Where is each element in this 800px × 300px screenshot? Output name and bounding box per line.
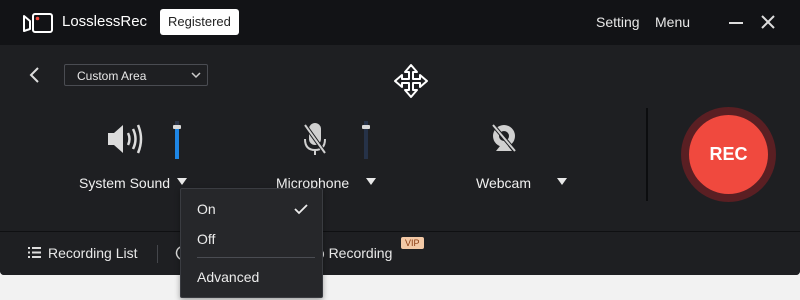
- system-sound-level-fill: [175, 126, 179, 159]
- vertical-divider: [646, 108, 648, 201]
- system-sound-caret-icon[interactable]: [177, 178, 187, 185]
- title-bar: LosslessRec Registered Setting Menu: [0, 0, 800, 45]
- app-logo-icon: [23, 13, 53, 33]
- bottom-bar-separator: [157, 245, 158, 263]
- webcam-caret-icon[interactable]: [557, 178, 567, 185]
- webcam-disabled-icon[interactable]: [490, 123, 518, 155]
- system-sound-dropdown-menu: On Off Advanced: [180, 188, 323, 298]
- vip-badge: VIP: [401, 237, 424, 249]
- microphone-level-slider[interactable]: [362, 121, 370, 159]
- registered-badge: Registered: [160, 9, 239, 35]
- microphone-level-knob[interactable]: [362, 124, 370, 129]
- dropdown-item-on[interactable]: On: [197, 201, 216, 217]
- chevron-down-icon: [191, 72, 201, 79]
- back-chevron-icon[interactable]: [28, 66, 42, 84]
- webcam-label: Webcam: [476, 175, 531, 191]
- system-sound-level-slider[interactable]: [173, 121, 181, 159]
- recording-list-button[interactable]: Recording List: [48, 245, 138, 261]
- system-sound-label: System Sound: [79, 175, 171, 191]
- dropdown-item-advanced[interactable]: Advanced: [197, 269, 259, 285]
- microphone-muted-icon[interactable]: [303, 121, 327, 157]
- setting-button[interactable]: Setting: [596, 14, 640, 30]
- microphone-caret-icon[interactable]: [366, 178, 376, 185]
- system-sound-level-knob[interactable]: [173, 124, 181, 129]
- dropdown-separator: [197, 257, 315, 258]
- rec-button[interactable]: REC: [689, 115, 768, 194]
- move-icon[interactable]: [393, 63, 429, 99]
- list-icon: [28, 247, 41, 258]
- auto-recording-button[interactable]: to Recording: [313, 245, 392, 261]
- menu-button[interactable]: Menu: [655, 14, 690, 30]
- app-title: LosslessRec: [62, 13, 148, 30]
- speaker-icon[interactable]: [106, 122, 144, 156]
- capture-area-value: Custom Area: [77, 69, 147, 83]
- dropdown-item-off[interactable]: Off: [197, 231, 215, 247]
- check-icon: [294, 204, 308, 215]
- bottom-bar: Recording List to Recording VIP: [0, 231, 800, 275]
- app-window: LosslessRec Registered Setting Menu Cust…: [0, 0, 800, 275]
- capture-area-select[interactable]: Custom Area: [64, 64, 208, 86]
- minimize-icon[interactable]: [729, 22, 743, 24]
- close-icon[interactable]: [760, 14, 776, 30]
